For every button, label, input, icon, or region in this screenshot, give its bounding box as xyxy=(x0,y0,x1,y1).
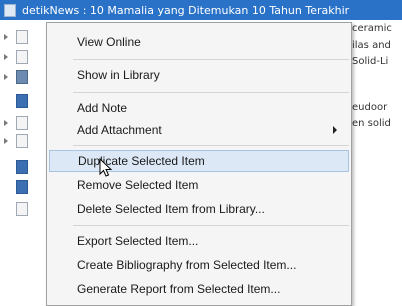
menu-separator xyxy=(73,59,349,60)
menu-separator xyxy=(73,145,349,146)
menu-item-label: Add Note xyxy=(77,101,128,115)
menu-item-label: Create Bibliography from Selected Item..… xyxy=(77,258,297,272)
expand-twisty-icon[interactable] xyxy=(4,120,8,126)
menu-item-add-note[interactable]: Add Note xyxy=(49,97,349,119)
expand-twisty-icon[interactable] xyxy=(4,74,8,80)
document-icon xyxy=(16,30,28,44)
menu-item-label: Generate Report from Selected Item... xyxy=(77,282,281,296)
menu-item-view-online[interactable]: View Online xyxy=(49,31,349,53)
menu-item-remove-selected-item[interactable]: Remove Selected Item xyxy=(49,174,349,196)
menu-item-label: Remove Selected Item xyxy=(77,178,199,192)
right-column-text: en solid xyxy=(352,118,391,129)
menu-item-label: Show in Library xyxy=(77,68,160,82)
journal-article-icon xyxy=(16,160,28,174)
menu-item-label: Add Attachment xyxy=(77,123,162,137)
web-page-icon xyxy=(4,3,16,17)
menu-item-create-bibliography[interactable]: Create Bibliography from Selected Item..… xyxy=(49,254,349,276)
menu-item-generate-report[interactable]: Generate Report from Selected Item... xyxy=(49,278,349,300)
menu-item-label: Delete Selected Item from Library... xyxy=(77,202,265,216)
menu-separator xyxy=(73,92,349,93)
document-icon xyxy=(16,202,28,216)
menu-item-delete-from-library[interactable]: Delete Selected Item from Library... xyxy=(49,198,349,220)
right-column-text: Solid-Li xyxy=(352,56,389,67)
book-icon xyxy=(16,70,28,84)
document-icon xyxy=(16,116,28,130)
expand-twisty-icon[interactable] xyxy=(4,34,8,40)
expand-twisty-icon[interactable] xyxy=(4,138,8,144)
menu-item-label: Export Selected Item... xyxy=(77,234,199,248)
right-column-text: eudoor xyxy=(352,102,388,113)
right-column-text: ilas and xyxy=(352,40,391,51)
document-icon xyxy=(16,50,28,64)
right-column-text: ceramic xyxy=(352,23,392,34)
document-icon xyxy=(16,134,28,148)
item-list-right-column: ceramic ilas and Solid-Li eudoor en soli… xyxy=(352,20,402,180)
mouse-pointer-icon xyxy=(99,158,113,177)
journal-article-icon xyxy=(16,94,28,108)
expand-twisty-icon[interactable] xyxy=(4,54,8,60)
journal-article-icon xyxy=(16,180,28,194)
menu-item-export-selected-item[interactable]: Export Selected Item... xyxy=(49,230,349,252)
menu-item-label: View Online xyxy=(77,35,141,49)
item-tree-gutter xyxy=(0,20,52,306)
selected-item-row[interactable]: detikNews : 10 Mamalia yang Ditemukan 10… xyxy=(0,0,402,20)
menu-item-add-attachment[interactable]: Add Attachment xyxy=(49,119,349,141)
menu-item-show-in-library[interactable]: Show in Library xyxy=(49,64,349,86)
menu-item-duplicate-selected-item[interactable]: Duplicate Selected Item xyxy=(49,150,349,172)
selected-item-title: detikNews : 10 Mamalia yang Ditemukan 10… xyxy=(22,3,350,17)
menu-separator xyxy=(73,225,349,226)
menu-item-label: Duplicate Selected Item xyxy=(78,154,205,168)
chevron-right-icon xyxy=(333,126,337,134)
context-menu: View Online Show in Library Add Note Add… xyxy=(46,22,352,306)
